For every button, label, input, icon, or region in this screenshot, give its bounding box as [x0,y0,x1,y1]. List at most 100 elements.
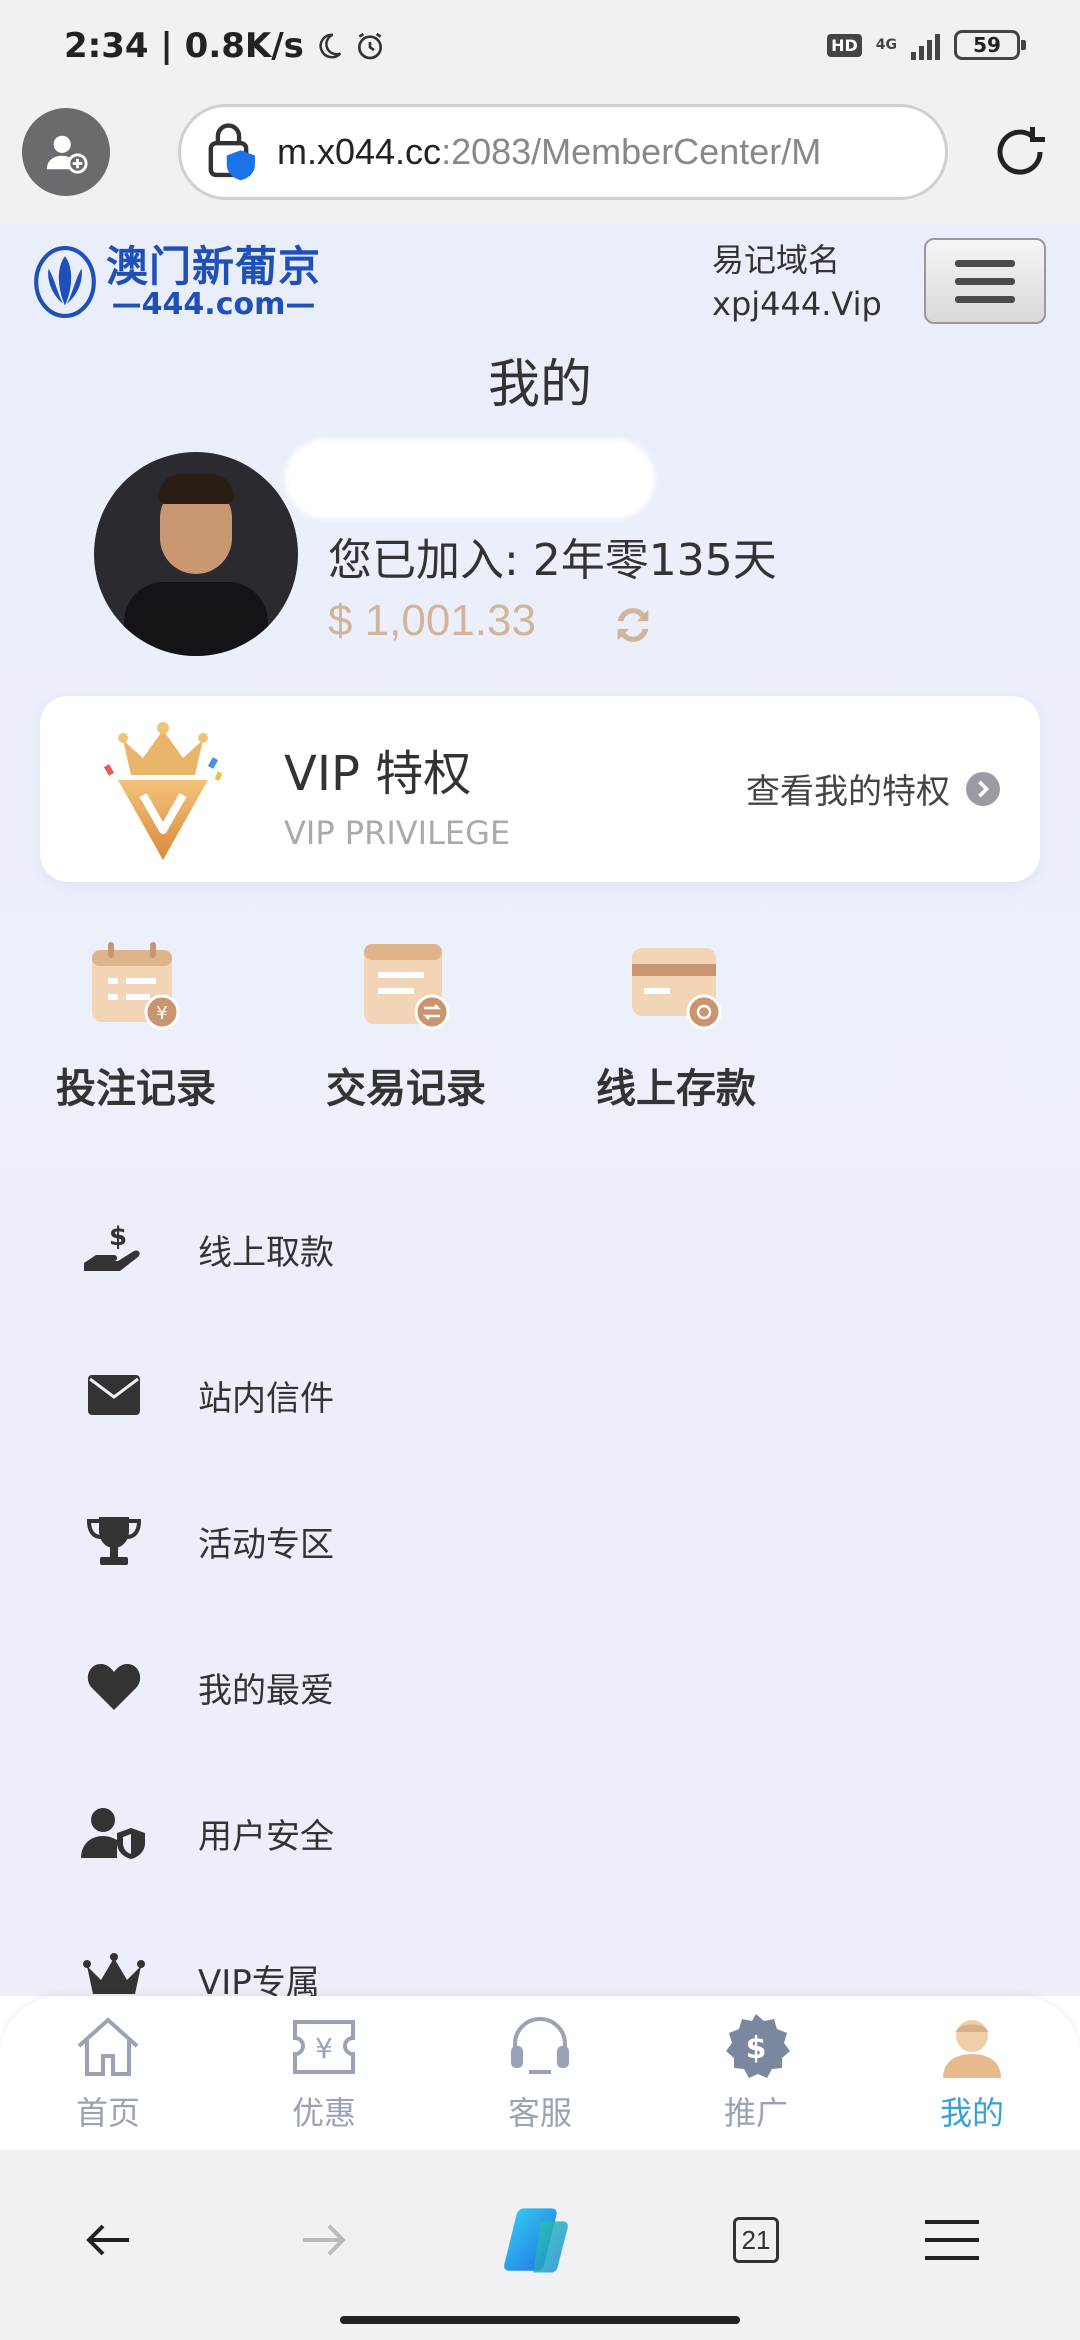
menu-item-label: 活动专区 [198,1524,334,1565]
view-privileges-label: 查看我的特权 [746,772,950,812]
tab-support[interactable]: 客服 [432,1996,648,2150]
tab-label: 优惠 [291,2094,356,2132]
signal-icon [911,30,940,60]
bottom-tab-bar: 首页 ¥ 优惠 客服 $ 推广 我的 [0,1996,1080,2150]
quick-action-betting-record[interactable]: ¥ 投注记录 [26,938,246,1114]
back-button[interactable] [68,2200,148,2280]
network-type: 4G [875,37,897,53]
browser-toolbar: m.x044.cc:2083/MemberCenter/M [0,98,1080,224]
copilot-icon [504,2208,568,2273]
reload-icon[interactable] [990,122,1050,182]
username-redaction [285,439,655,519]
tab-promote[interactable]: $ 推广 [648,1996,864,2150]
status-time-text: 2:34 | 0.8K/s [64,26,304,66]
add-user-icon [46,135,88,174]
site-security-icon [208,123,255,181]
online-deposit-icon [626,938,726,1034]
quick-action-online-deposit[interactable]: 线上存款 [566,938,786,1114]
trophy-icon [80,1507,148,1575]
quick-action-label: 交易记录 [326,1066,486,1112]
logo-domain-value: 444.com [141,287,286,322]
menu-item-label: 线上取款 [198,1232,334,1273]
browser-menu-button[interactable] [912,2200,992,2280]
easy-domain-label: 易记域名 [712,241,841,279]
address-bar[interactable]: m.x044.cc:2083/MemberCenter/M [178,104,948,200]
battery-level: 59 [973,33,1001,57]
avatar[interactable] [94,452,298,656]
vip-privilege-card[interactable]: VIP 特权 VIP PRIVILEGE 查看我的特权 [40,696,1040,882]
svg-text:$: $ [746,2031,767,2066]
tab-mine[interactable]: 我的 [864,1996,1080,2150]
quick-action-transaction-record[interactable]: 交易记录 [296,938,516,1114]
menu-item-messages[interactable]: 站内信件 [0,1322,1080,1468]
member-menu-list: $ 线上取款 站内信件 活动专区 我的最爱 用户安全 VIP专属 [0,1176,1080,2052]
browser-profile-button[interactable] [22,108,110,196]
menu-item-label: 我的最爱 [198,1670,334,1711]
view-privileges-link[interactable]: 查看我的特权 [746,764,1000,813]
logo-domain-text: —444.com— [111,287,316,322]
hand-dollar-icon: $ [80,1215,148,1283]
svg-text:¥: ¥ [156,1003,167,1024]
tab-label: 我的 [939,2094,1004,2132]
menu-item-label: 站内信件 [198,1378,334,1419]
tab-count: 21 [733,2217,779,2263]
tab-label: 首页 [75,2094,140,2132]
arrow-left-icon [86,2224,129,2256]
tab-home[interactable]: 首页 [0,1996,216,2150]
page-title: 我的 [487,355,592,415]
svg-text:$: $ [109,1222,127,1252]
member-center-page: 澳门新葡京 —444.com— 易记域名 xpj444.Vip 我的 您已加入:… [0,224,1080,2004]
browser-nav-bar: 21 [0,2150,1080,2340]
betting-record-icon: ¥ [86,938,186,1034]
heart-icon [80,1653,148,1721]
alarm-icon [354,30,386,62]
menu-item-favorites[interactable]: 我的最爱 [0,1614,1080,1760]
forward-button[interactable] [284,2200,364,2280]
easy-domain-value: xpj444.Vip [712,285,882,323]
membership-duration: 您已加入: 2年零135天 [328,535,777,586]
chevron-right-icon [966,771,1000,806]
menu-item-security[interactable]: 用户安全 [0,1760,1080,1906]
transaction-record-icon [356,938,456,1034]
site-logo[interactable]: 澳门新葡京 —444.com— [34,244,321,320]
menu-lines-icon [925,2220,979,2260]
url-text: m.x044.cc:2083/MemberCenter/M [277,131,821,173]
easy-domain: 易记域名 xpj444.Vip [712,238,882,326]
user-shield-icon [80,1799,148,1867]
url-domain: m.x044.cc [277,131,442,172]
account-balance: $ 1,001.33 [328,596,536,645]
hd-badge: HD [827,33,862,57]
status-time: 2:34 | 0.8K/s [64,26,386,66]
home-icon [72,2012,144,2082]
menu-item-label: 用户安全 [198,1816,334,1857]
status-indicators: HD 4G 59 [827,30,1026,60]
menu-item-withdraw[interactable]: $ 线上取款 [0,1176,1080,1322]
refresh-balance-icon[interactable] [610,602,656,648]
hamburger-menu-button[interactable] [924,238,1046,324]
home-indicator [340,2316,740,2324]
tab-offers[interactable]: ¥ 优惠 [216,1996,432,2150]
logo-chinese-text: 澳门新葡京 [106,242,322,291]
headset-icon [504,2012,576,2082]
user-icon [936,2012,1008,2082]
arrow-right-icon [303,2224,346,2256]
battery-icon: 59 [954,30,1026,60]
lotus-logo-icon [34,246,96,318]
vip-subtitle: VIP PRIVILEGE [284,814,511,852]
vip-crown-icon [103,722,223,860]
menu-item-promotions[interactable]: 活动专区 [0,1468,1080,1614]
url-path: :2083/MemberCenter/M [441,131,822,172]
tab-label: 客服 [507,2094,572,2132]
moon-icon [314,31,344,61]
status-bar: 2:34 | 0.8K/s HD 4G 59 [0,0,1080,98]
envelope-icon [80,1361,148,1429]
svg-text:¥: ¥ [315,2032,333,2065]
quick-action-label: 线上存款 [596,1066,756,1112]
quick-action-label: 投注记录 [56,1066,216,1112]
tab-label: 推广 [723,2094,788,2132]
vip-title: VIP 特权 [284,746,472,802]
coupon-icon: ¥ [288,2012,360,2082]
tabs-button[interactable]: 21 [716,2200,796,2280]
copilot-button[interactable] [496,2200,576,2280]
promote-icon: $ [720,2012,792,2082]
